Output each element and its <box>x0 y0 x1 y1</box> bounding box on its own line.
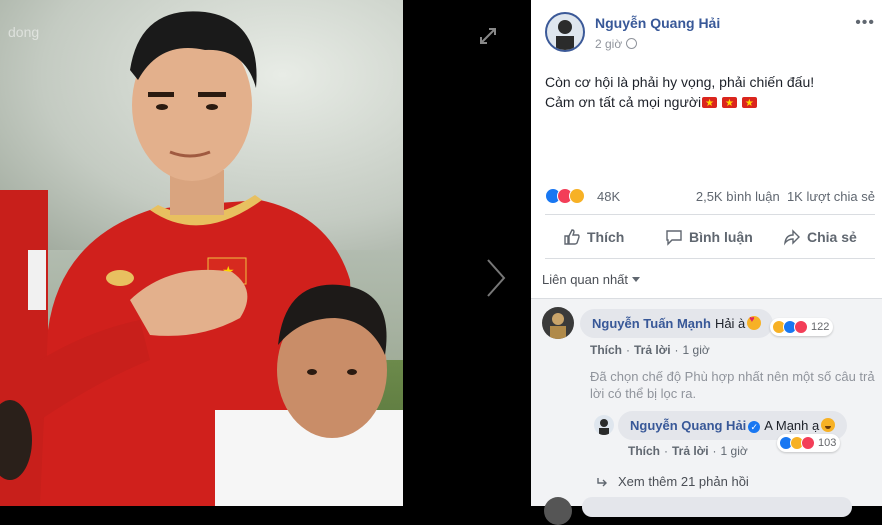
separator: · <box>664 444 668 458</box>
reply-reactions[interactable]: 103 <box>777 434 841 452</box>
post-time-text[interactable]: 2 giờ <box>595 37 622 51</box>
comment-reply-link[interactable]: Trả lời <box>634 343 671 357</box>
caret-down-icon <box>632 277 641 282</box>
like-button[interactable]: Thích <box>563 228 624 246</box>
comment-button[interactable]: Bình luận <box>665 228 753 246</box>
thumbs-up-icon <box>564 229 580 245</box>
photo-illustration: ★ <box>0 11 403 506</box>
reaction-icons[interactable] <box>545 188 585 206</box>
separator: · <box>712 444 717 458</box>
vietnam-flag-icon <box>722 94 738 114</box>
divider <box>545 214 875 215</box>
avatar-image <box>550 313 566 339</box>
comment-icon <box>666 230 682 246</box>
post-photo[interactable]: ★ dong <box>0 0 403 506</box>
next-commenter-avatar[interactable] <box>544 497 572 525</box>
reply-author[interactable]: Nguyễn Quang Hải <box>630 418 746 433</box>
verified-badge-icon: ✓ <box>748 421 761 433</box>
post-text-line2: Cảm ơn tất cả mọi người <box>545 94 702 110</box>
comment-meta: Thích · Trả lời · 1 giờ <box>590 343 714 357</box>
post-text: Còn cơ hội là phải hy vọng, phải chiến đ… <box>545 72 865 114</box>
share-icon <box>783 229 800 246</box>
reply-reaction-count: 103 <box>818 437 837 449</box>
shares-count[interactable]: 1K lượt chia sẻ <box>787 189 875 204</box>
avatar-image <box>556 20 574 50</box>
reply-like-link[interactable]: Thích <box>628 444 660 458</box>
post-stats: 48K 2,5K bình luận 1K lượt chia sẻ <box>545 186 875 206</box>
comment-reactions[interactable]: 122 <box>770 318 834 336</box>
comment-text: Hải à <box>714 316 746 331</box>
sort-label: Liên quan nhất <box>542 272 629 287</box>
reaction-count[interactable]: 48K <box>597 189 620 204</box>
separator: · <box>674 343 679 357</box>
reply-arrow-icon <box>597 478 607 487</box>
comment-author[interactable]: Nguyễn Tuấn Mạnh <box>592 316 711 331</box>
love-reaction-icon <box>794 320 808 334</box>
photo-watermark: dong <box>8 24 40 40</box>
reply-text: A Mạnh ạ <box>764 418 820 433</box>
post-author[interactable]: Nguyễn Quang Hải <box>595 15 720 31</box>
see-more-replies-link[interactable]: Xem thêm 21 phản hồi <box>618 474 749 489</box>
post-header: Nguyễn Quang Hải 2 giờ ••• <box>545 12 875 56</box>
heart-eyes-emoji-icon <box>747 314 762 330</box>
author-avatar[interactable] <box>545 12 585 52</box>
comment-time[interactable]: 1 giờ <box>683 343 710 357</box>
comment-label: Bình luận <box>689 229 753 245</box>
next-comment-bubble <box>582 497 852 517</box>
more-options-icon[interactable]: ••• <box>855 14 875 32</box>
commenter-avatar[interactable] <box>542 307 574 339</box>
photo-viewer: ★ dong <box>0 0 531 506</box>
stats-right: 2,5K bình luận 1K lượt chia sẻ <box>696 189 875 204</box>
like-label: Thích <box>587 229 625 245</box>
haha-reaction-icon <box>569 188 585 204</box>
comment-reaction-count: 122 <box>811 321 830 333</box>
vietnam-flag-icon <box>702 94 718 114</box>
post-text-line2-wrap: Cảm ơn tất cả mọi người <box>545 92 865 114</box>
reply-time[interactable]: 1 giờ <box>721 444 748 458</box>
rofl-emoji-icon <box>821 418 836 432</box>
post-text-line1: Còn cơ hội là phải hy vọng, phải chiến đ… <box>545 74 815 90</box>
comment-like-link[interactable]: Thích <box>590 343 622 357</box>
avatar-image <box>599 419 609 435</box>
love-reaction-icon <box>801 436 815 450</box>
post-actions: Thích Bình luận Chia sẻ <box>545 222 875 254</box>
comment-bubble: Nguyễn Tuấn Mạnh Hải à <box>580 309 774 338</box>
divider <box>545 258 875 259</box>
comments-count[interactable]: 2,5K bình luận <box>696 189 780 204</box>
globe-icon <box>626 38 638 49</box>
reply-avatar[interactable] <box>594 415 614 435</box>
separator: · <box>626 343 630 357</box>
post-time: 2 giờ <box>595 37 638 51</box>
share-label: Chia sẻ <box>807 229 857 245</box>
chevron-right-icon[interactable] <box>484 258 508 298</box>
share-button[interactable]: Chia sẻ <box>783 228 857 246</box>
filter-note: Đã chọn chế độ Phù hợp nhất nên một số c… <box>590 369 875 401</box>
vietnam-flag-icon <box>741 94 757 114</box>
reply-reply-link[interactable]: Trả lời <box>672 444 709 458</box>
sort-dropdown[interactable]: Liên quan nhất <box>542 272 641 287</box>
reply-meta: Thích · Trả lời · 1 giờ <box>628 444 752 458</box>
expand-icon[interactable] <box>478 26 498 46</box>
